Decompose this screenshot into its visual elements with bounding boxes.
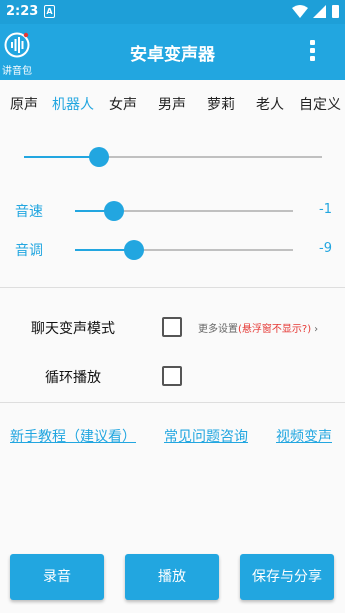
- loop-play-checkbox[interactable]: [162, 366, 182, 386]
- save-share-button[interactable]: 保存与分享: [240, 554, 334, 600]
- voice-type-tabs: 原声 机器人 女声 男声 萝莉 老人 自定义: [0, 94, 345, 118]
- slider-thumb[interactable]: [88, 147, 109, 167]
- record-button[interactable]: 录音: [10, 554, 104, 600]
- tab-female[interactable]: 女声: [109, 94, 137, 114]
- floating-window-warning: (悬浮窗不显示?): [238, 324, 312, 335]
- battery-icon: [332, 5, 339, 18]
- speed-label: 音速: [15, 204, 43, 220]
- status-time: 2:23: [6, 4, 39, 19]
- slider-thumb[interactable]: [123, 240, 144, 260]
- tab-original[interactable]: 原声: [10, 94, 38, 114]
- play-button[interactable]: 播放: [125, 554, 219, 600]
- speed-value: -1: [319, 202, 332, 217]
- wifi-icon: [292, 5, 308, 18]
- slider-fill: [24, 156, 99, 158]
- tab-robot[interactable]: 机器人: [52, 94, 94, 114]
- signal-icon: [313, 5, 326, 18]
- app-bar: 讲音包 安卓变声器: [0, 24, 345, 80]
- tutorial-link[interactable]: 新手教程（建议看）: [10, 426, 136, 446]
- app-title: 安卓变声器: [130, 45, 215, 65]
- slider-thumb[interactable]: [104, 201, 125, 221]
- tab-male[interactable]: 男声: [158, 94, 186, 114]
- notification-icon: A: [44, 5, 55, 18]
- chat-mode-checkbox[interactable]: [162, 317, 182, 337]
- video-voice-link[interactable]: 视频变声: [276, 426, 332, 446]
- tab-loli[interactable]: 萝莉: [207, 94, 235, 114]
- tab-custom[interactable]: 自定义: [299, 94, 341, 114]
- faq-link[interactable]: 常见问题咨询: [164, 426, 248, 446]
- speed-slider[interactable]: [75, 200, 293, 222]
- more-settings-label: 更多设置: [198, 324, 238, 335]
- chat-mode-label: 聊天变声模式: [31, 321, 115, 337]
- pitch-slider[interactable]: [75, 239, 293, 261]
- more-options-icon[interactable]: [302, 38, 322, 66]
- pitch-value: -9: [319, 241, 332, 256]
- chevron-right-icon: ›: [314, 324, 319, 335]
- tab-elder[interactable]: 老人: [256, 94, 284, 114]
- loop-play-label: 循环播放: [45, 370, 101, 386]
- status-bar: 2:23 A: [0, 0, 345, 24]
- divider: [0, 287, 345, 288]
- pitch-label: 音调: [15, 243, 43, 259]
- main-slider[interactable]: [24, 146, 322, 168]
- more-settings-link[interactable]: 更多设置(悬浮窗不显示?) ›: [198, 320, 318, 335]
- divider: [0, 402, 345, 403]
